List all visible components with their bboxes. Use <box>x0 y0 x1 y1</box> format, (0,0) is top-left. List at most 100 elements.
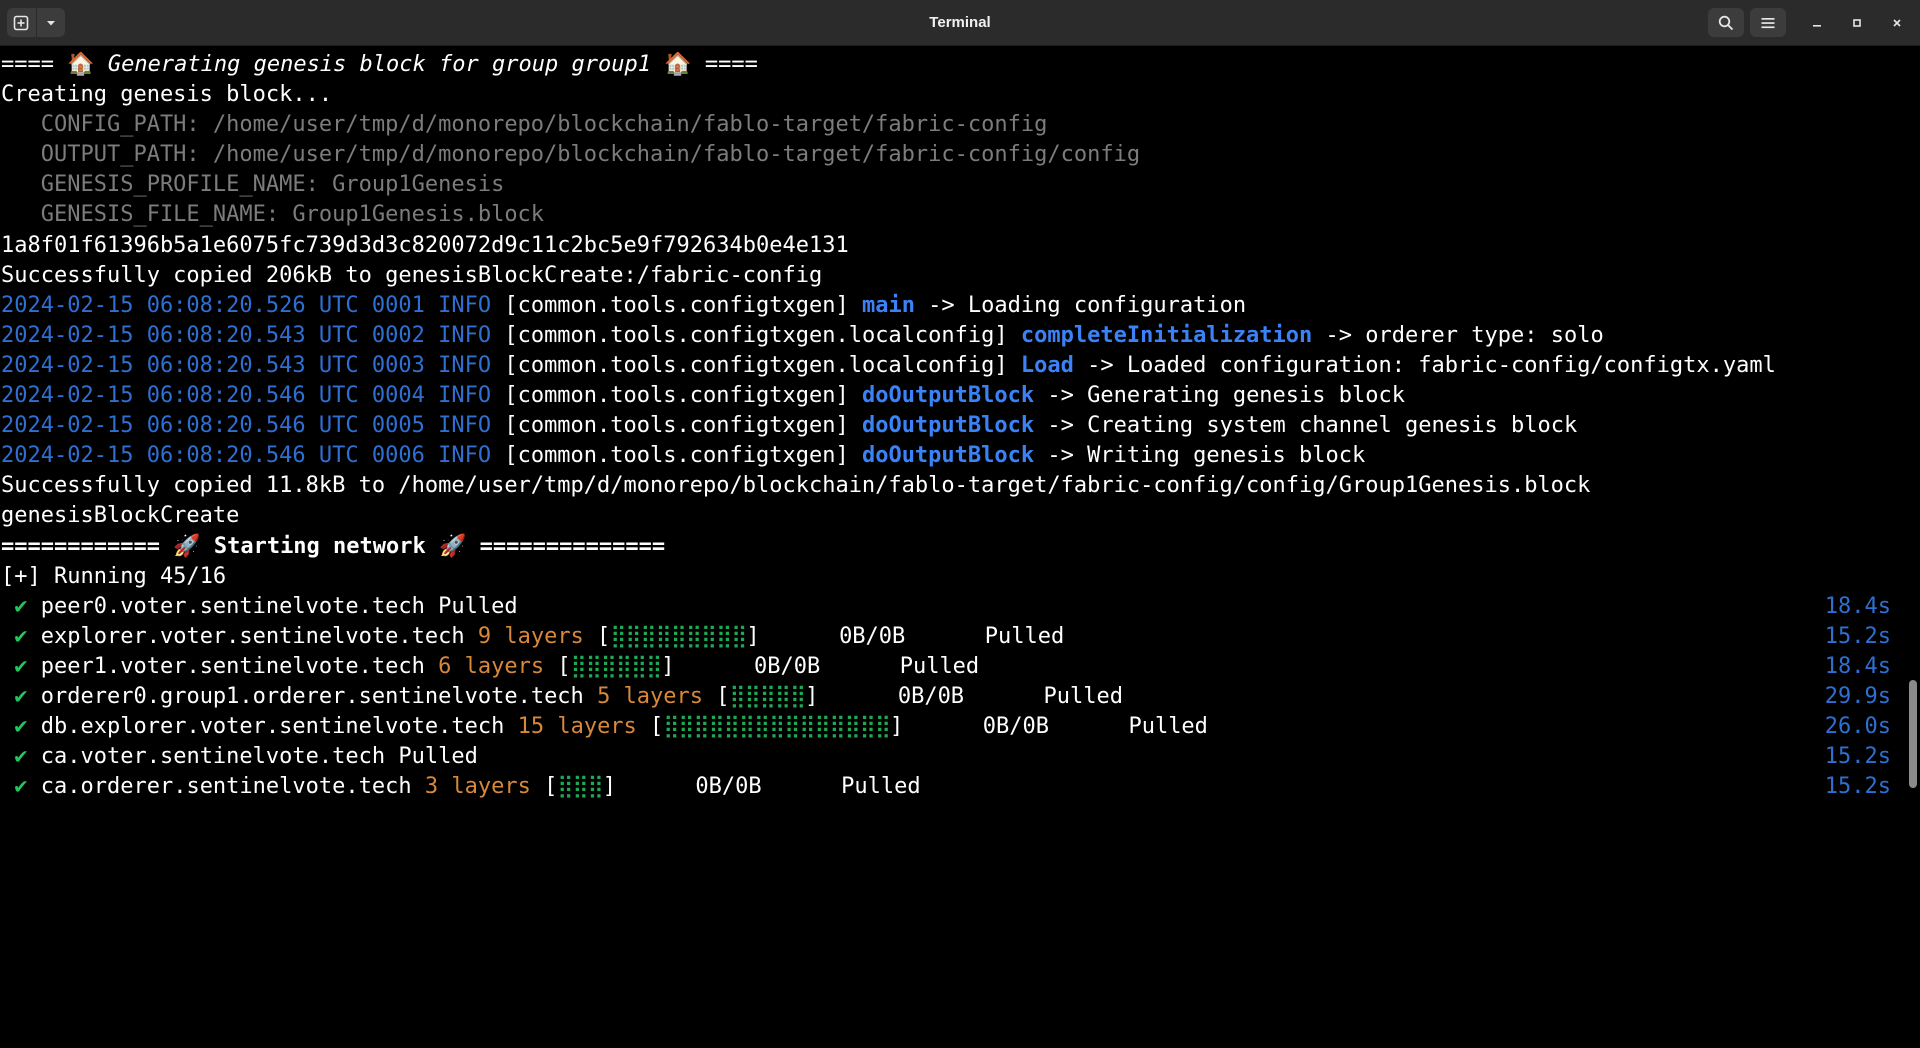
menu-button[interactable] <box>1750 8 1786 37</box>
new-tab-icon <box>13 15 29 30</box>
pull-status: Pulled <box>438 593 518 619</box>
check-icon: ✔ <box>14 593 28 619</box>
log-message: -> Creating system channel genesis block <box>1034 413 1578 439</box>
genesis-profile-line: GENESIS_PROFILE_NAME: Group1Genesis <box>1 172 505 198</box>
running-line: [+] Running 45/16 <box>1 563 227 589</box>
pull-duration: 26.0s <box>1824 714 1891 740</box>
log-line: 2024-02-15 06:08:20.546 UTC 0006 INFO [c… <box>1 441 1901 471</box>
log-line: 2024-02-15 06:08:20.543 UTC 0002 INFO [c… <box>1 321 1901 351</box>
creating-line: Creating genesis block... <box>1 82 333 108</box>
log-function: doOutputBlock <box>861 383 1035 409</box>
pull-size: 0B/0B <box>897 683 965 709</box>
log-line: 2024-02-15 06:08:20.526 UTC 0001 INFO [c… <box>1 291 1901 321</box>
pull-status: Pulled <box>984 623 1065 649</box>
image-name: orderer0.group1.orderer.sentinelvote.tec… <box>40 683 584 709</box>
pull-size: 0B/0B <box>695 774 762 800</box>
log-message: -> Generating genesis block <box>1034 383 1406 409</box>
log-timestamp: 2024-02-15 06:08:20.546 UTC 0005 INFO <box>1 413 505 439</box>
hamburger-menu-icon <box>1761 17 1775 28</box>
check-icon: ✔ <box>14 714 28 740</box>
output-path-line: OUTPUT_PATH: /home/user/tmp/d/monorepo/b… <box>1 142 1141 168</box>
pull-line: ✔ peer0.voter.sentinelvote.tech Pulled 18… <box>1 592 1901 622</box>
header-suffix: ==== <box>691 52 758 77</box>
layer-count: 15 layers <box>517 714 637 740</box>
genesis-file-line: GENESIS_FILE_NAME: Group1Genesis.block <box>1 202 545 228</box>
network-prefix: ============ <box>1 533 174 559</box>
log-message: -> Loading configuration <box>914 292 1247 318</box>
maximize-button[interactable] <box>1840 8 1874 37</box>
container-id-line: 1a8f01f61396b5a1e6075fc739d3d3c820072d9c… <box>1 232 849 258</box>
log-message: -> orderer type: solo <box>1312 322 1604 348</box>
log-message: -> Loaded configuration: fabric-config/c… <box>1073 352 1776 378</box>
log-function: Load <box>1020 352 1074 378</box>
genesis-header-line: ==== 🏠 Generating genesis block for grou… <box>1 50 1901 80</box>
maximize-icon <box>1853 18 1861 27</box>
log-function: completeInitialization <box>1020 322 1313 348</box>
progress-bar: ⣿⣿⣿⣿⣿ <box>729 683 807 709</box>
check-icon: ✔ <box>14 744 28 770</box>
title-bar: Terminal <box>0 0 1920 46</box>
layer-count: 3 layers <box>424 774 531 800</box>
log-module: [common.tools.configtxgen] <box>504 443 862 469</box>
image-name: peer1.voter.sentinelvote.tech <box>40 653 425 679</box>
header-text: Generating genesis block for group group… <box>94 52 665 77</box>
pull-duration: 15.2s <box>1824 774 1891 800</box>
house-emoji-icon: 🏠 <box>664 52 692 77</box>
log-timestamp: 2024-02-15 06:08:20.543 UTC 0002 INFO <box>1 322 505 348</box>
progress-bar: ⣿⣿⣿⣿⣿⣿⣿⣿⣿ <box>610 623 747 649</box>
network-header-line: ============ 🚀 Starting network 🚀 ======… <box>1 532 1901 562</box>
rocket-emoji-icon: 🚀 <box>439 533 467 559</box>
check-icon: ✔ <box>14 683 28 709</box>
pull-duration: 15.2s <box>1824 623 1891 649</box>
log-module: [common.tools.configtxgen] <box>504 383 862 409</box>
pull-status: Pulled <box>398 744 478 770</box>
log-line: 2024-02-15 06:08:20.546 UTC 0005 INFO [c… <box>1 411 1901 441</box>
pull-duration: 18.4s <box>1824 653 1891 679</box>
progress-bar: ⣿⣿⣿ <box>557 774 603 800</box>
scrollbar-thumb[interactable] <box>1909 680 1917 788</box>
new-tab-group[interactable] <box>7 8 65 37</box>
chevron-down-icon <box>46 20 55 25</box>
pull-line: ✔ ca.orderer.sentinelvote.tech 3 layers … <box>1 772 1901 802</box>
search-icon <box>1718 15 1734 30</box>
pull-size: 0B/0B <box>753 653 821 679</box>
network-text: Starting network <box>200 533 440 559</box>
pull-line: ✔ db.explorer.voter.sentinelvote.tech 15… <box>1 712 1901 742</box>
pull-size: 0B/0B <box>839 623 906 649</box>
log-timestamp: 2024-02-15 06:08:20.546 UTC 0004 INFO <box>1 383 505 409</box>
progress-bar: ⣿⣿⣿⣿⣿⣿ <box>570 653 663 679</box>
log-function: main <box>861 292 915 318</box>
log-module: [common.tools.configtxgen.localconfig] <box>504 322 1021 348</box>
close-button[interactable] <box>1880 8 1914 37</box>
window-title: Terminal <box>929 14 991 31</box>
copied-block-line: Successfully copied 11.8kB to /home/user… <box>1 473 1591 499</box>
tab-dropdown-button[interactable] <box>37 8 66 37</box>
minimize-button[interactable] <box>1800 8 1834 37</box>
layer-count: 6 layers <box>438 653 545 679</box>
search-button[interactable] <box>1708 8 1744 37</box>
minimize-icon <box>1813 24 1821 27</box>
log-line: 2024-02-15 06:08:20.546 UTC 0004 INFO [c… <box>1 381 1901 411</box>
check-icon: ✔ <box>14 623 28 649</box>
pull-size: 0B/0B <box>982 714 1049 740</box>
terminal-output[interactable]: ==== 🏠 Generating genesis block for grou… <box>0 46 1920 1048</box>
new-tab-button[interactable] <box>7 8 36 37</box>
close-icon <box>1893 18 1901 27</box>
scrollbar[interactable] <box>1906 46 1920 1048</box>
rocket-emoji-icon: 🚀 <box>173 533 201 559</box>
config-path-line: CONFIG_PATH: /home/user/tmp/d/monorepo/b… <box>1 112 1048 138</box>
layer-count: 5 layers <box>597 683 704 709</box>
log-timestamp: 2024-02-15 06:08:20.546 UTC 0006 INFO <box>1 443 505 469</box>
log-function: doOutputBlock <box>861 443 1035 469</box>
check-icon: ✔ <box>14 774 28 800</box>
image-name: peer0.voter.sentinelvote.tech <box>40 593 425 619</box>
house-emoji-icon: 🏠 <box>67 52 95 77</box>
image-name: explorer.voter.sentinelvote.tech <box>40 623 465 649</box>
check-icon: ✔ <box>14 653 28 679</box>
container-name-line: genesisBlockCreate <box>1 503 240 529</box>
pull-line: ✔ orderer0.group1.orderer.sentinelvote.t… <box>1 682 1901 712</box>
log-line: 2024-02-15 06:08:20.543 UTC 0003 INFO [c… <box>1 351 1901 381</box>
log-module: [common.tools.configtxgen] <box>504 413 862 439</box>
log-timestamp: 2024-02-15 06:08:20.526 UTC 0001 INFO <box>1 292 505 318</box>
log-module: [common.tools.configtxgen] <box>504 292 862 318</box>
